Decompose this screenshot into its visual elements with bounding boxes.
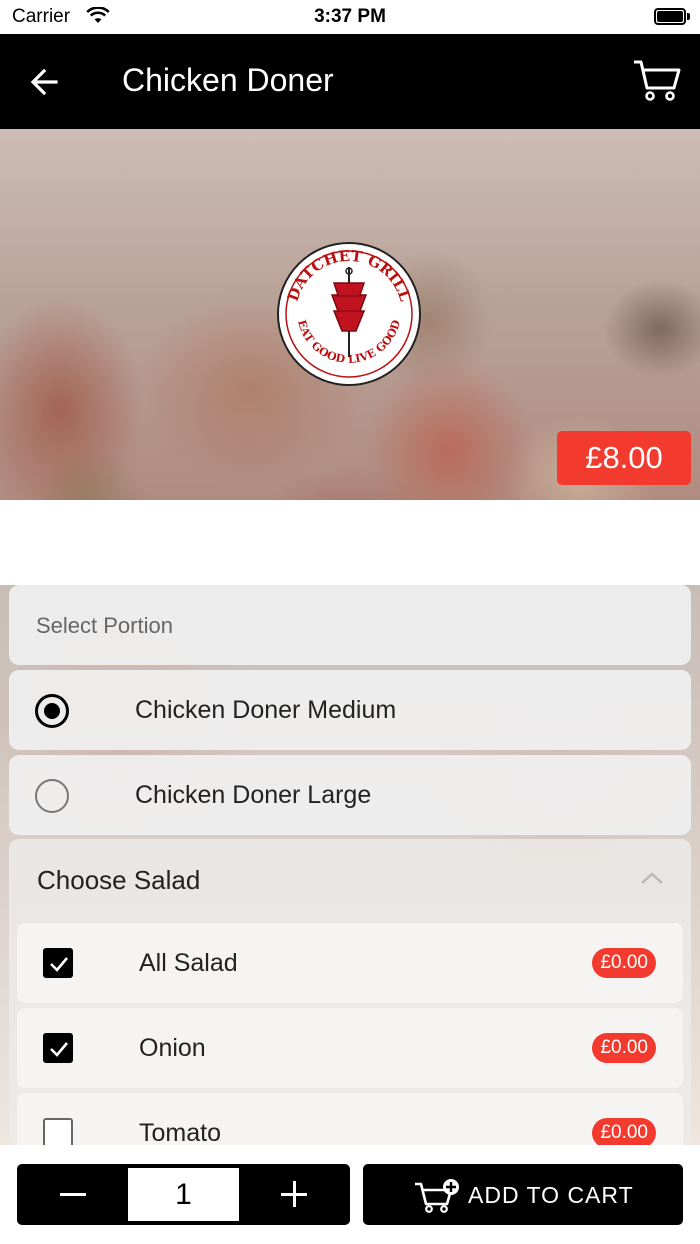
nav-bar: Chicken Doner: [0, 34, 700, 129]
restaurant-logo: DATCHET GRILL EAT GOOD LIVE GOOD: [277, 242, 421, 386]
portion-option-label: Chicken Doner Large: [135, 781, 372, 809]
quantity-value[interactable]: 1: [128, 1168, 239, 1221]
salad-section: Choose Salad All Salad £0.00 Onion £0.00…: [9, 839, 691, 1145]
radio-unselected-icon[interactable]: [35, 779, 69, 813]
quantity-stepper: 1: [17, 1164, 350, 1225]
add-to-cart-button[interactable]: ADD TO CART: [363, 1164, 683, 1225]
options-panel: Select Portion Chicken Doner Medium Chic…: [0, 585, 700, 1145]
radio-selected-icon[interactable]: [35, 694, 69, 728]
arrow-left-icon: [30, 68, 58, 96]
salad-option-onion[interactable]: Onion £0.00: [17, 1008, 683, 1088]
decrease-quantity-button[interactable]: [17, 1164, 127, 1225]
portion-header: Select Portion: [9, 585, 691, 665]
checkbox-checked-icon[interactable]: [43, 1033, 73, 1063]
salad-section-title: Choose Salad: [37, 865, 201, 895]
price-badge: £8.00: [557, 431, 691, 485]
add-to-cart-icon: [415, 1179, 459, 1213]
status-time: 3:37 PM: [314, 6, 386, 27]
status-bar: Carrier 3:37 PM: [0, 0, 700, 34]
portion-option-large[interactable]: Chicken Doner Large: [9, 755, 691, 835]
salad-option-label: Tomato: [139, 1119, 221, 1145]
checkbox-unchecked-icon[interactable]: [43, 1118, 73, 1145]
salad-option-tomato[interactable]: Tomato £0.00: [17, 1093, 683, 1145]
increase-quantity-button[interactable]: [239, 1164, 350, 1225]
salad-option-all-salad[interactable]: All Salad £0.00: [17, 923, 683, 1003]
cart-button[interactable]: [632, 58, 682, 104]
portion-option-label: Chicken Doner Medium: [135, 696, 397, 724]
bottom-action-bar: 1 ADD TO CART: [0, 1146, 700, 1244]
salad-option-label: Onion: [139, 1034, 206, 1062]
checkbox-checked-icon[interactable]: [43, 948, 73, 978]
page-title: Chicken Doner: [122, 62, 334, 98]
product-hero-image: DATCHET GRILL EAT GOOD LIVE GOOD £8.00: [0, 129, 700, 500]
salad-option-price: £0.00: [592, 1033, 656, 1063]
chevron-up-icon[interactable]: [639, 869, 665, 887]
portion-header-label: Select Portion: [36, 613, 173, 638]
portion-option-medium[interactable]: Chicken Doner Medium: [9, 670, 691, 750]
back-button[interactable]: [26, 62, 68, 102]
salad-option-price: £0.00: [592, 1118, 656, 1145]
salad-option-price: £0.00: [592, 948, 656, 978]
salad-option-label: All Salad: [139, 949, 238, 977]
add-to-cart-label: ADD TO CART: [468, 1182, 634, 1208]
battery-icon: [654, 8, 690, 25]
cart-icon: [634, 60, 681, 101]
